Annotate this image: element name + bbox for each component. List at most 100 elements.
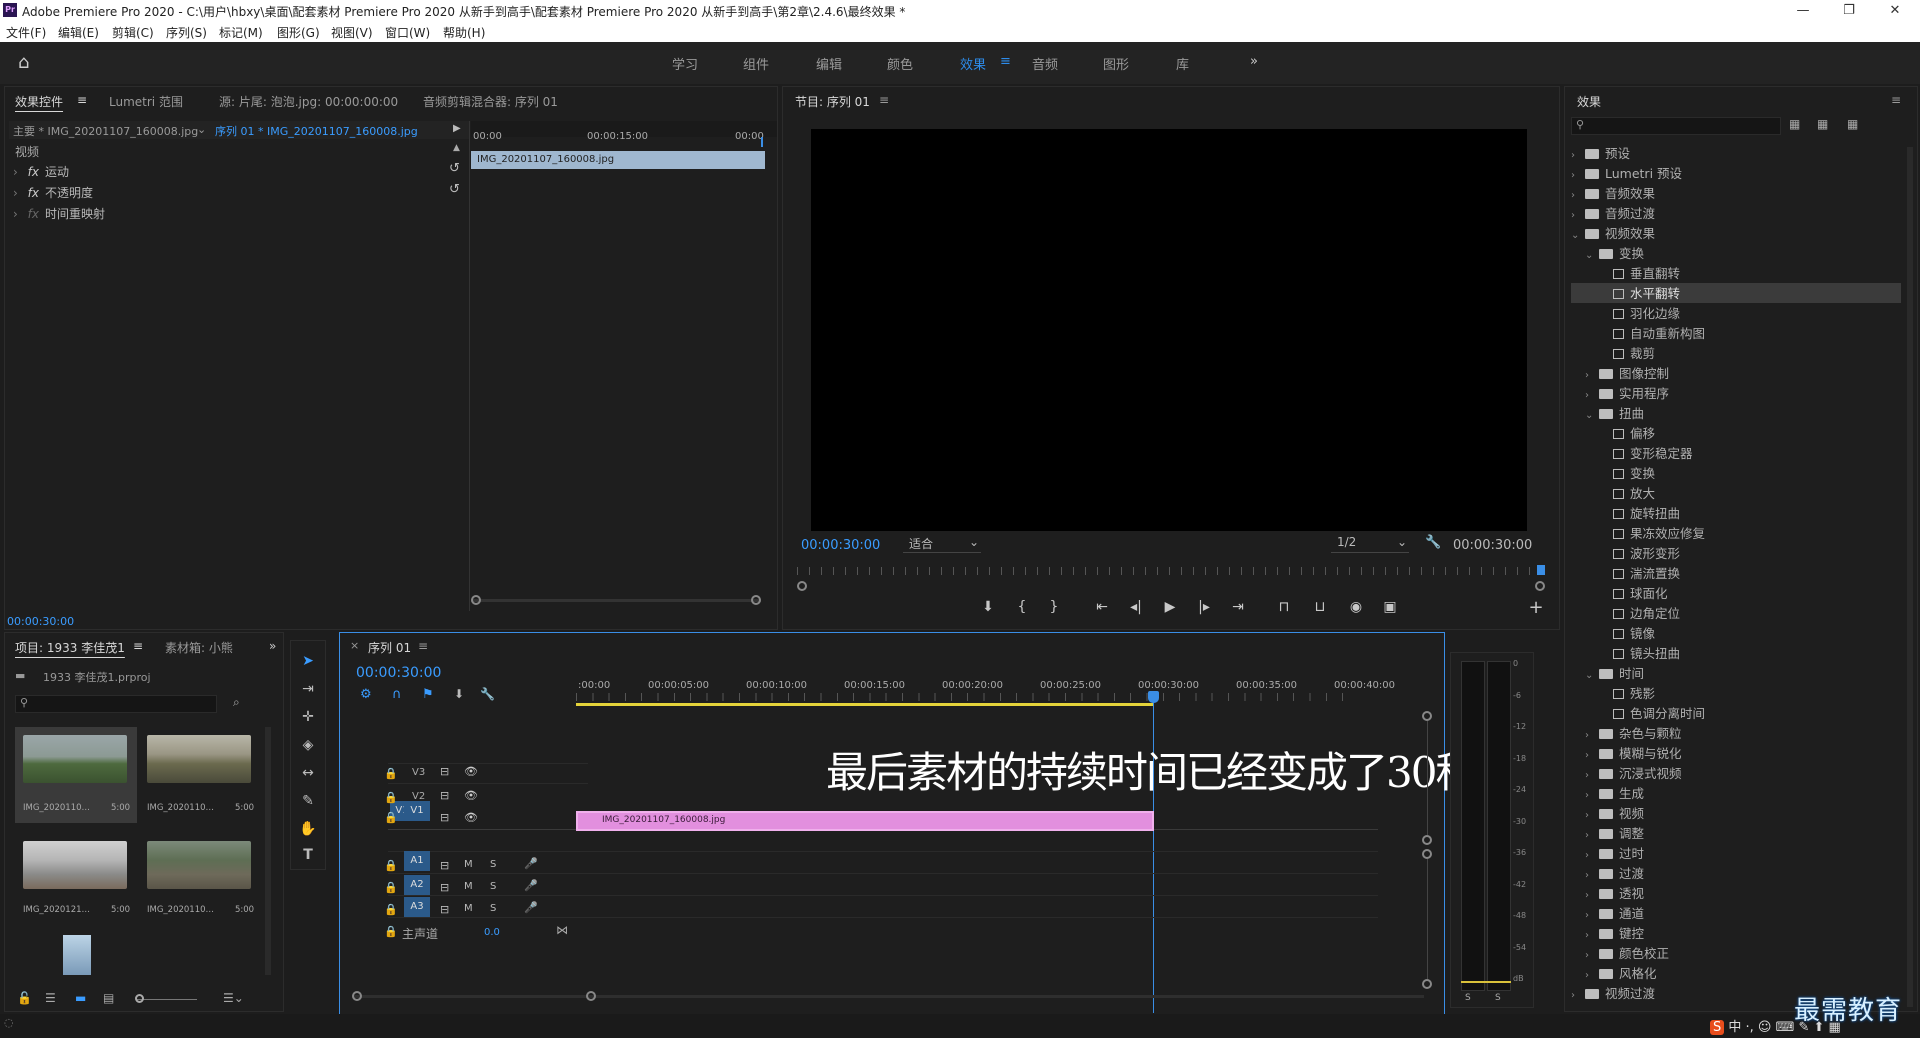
lock-icon[interactable]: 🔒 <box>384 925 398 938</box>
extract-icon[interactable]: ⊔ <box>1309 599 1331 615</box>
go-to-in-icon[interactable]: ⇤ <box>1091 599 1113 615</box>
effect-folder[interactable]: ⌄ 视频效果 <box>1571 223 1901 243</box>
collapse-icon[interactable]: ▲ <box>453 143 460 153</box>
ec-scroll-left-handle[interactable] <box>471 595 481 605</box>
menu-graphics[interactable]: 图形(G) <box>277 24 320 41</box>
lock-icon[interactable]: 🔒 <box>384 811 398 824</box>
effect-folder[interactable]: › 音频过渡 <box>1571 203 1901 223</box>
program-zoom-right-handle[interactable] <box>1535 581 1545 591</box>
wrench-icon[interactable]: 🔧 <box>1425 535 1441 550</box>
sync-lock-icon[interactable]: ⊟ <box>440 765 449 778</box>
linked-selection-icon[interactable]: ⚑ <box>422 687 434 702</box>
effect-item[interactable]: 果冻效应修复 <box>1571 523 1901 543</box>
project-search-input[interactable]: ⚲ <box>15 695 217 713</box>
sequence-dropdown-icon[interactable]: ⌄ <box>197 123 206 136</box>
selection-tool-icon[interactable]: ➤ <box>299 653 317 669</box>
mute-a3[interactable]: M <box>464 903 473 914</box>
media-thumbnail[interactable] <box>23 841 127 889</box>
program-title[interactable]: 节目: 序列 01 <box>795 93 870 110</box>
program-menu-icon[interactable]: ≡ <box>879 93 889 107</box>
step-back-icon[interactable]: ◂| <box>1125 599 1147 615</box>
reset-motion-icon[interactable]: ↺ <box>449 161 460 176</box>
effects-menu-icon[interactable]: ≡ <box>1891 93 1901 107</box>
mic-icon[interactable]: 🎤 <box>524 879 538 892</box>
sequence-clip-label[interactable]: 序列 01 * IMG_20201107_160008.jpg <box>215 123 418 139</box>
solo-a1[interactable]: S <box>490 859 496 870</box>
effect-folder[interactable]: › 图像控制 <box>1571 363 1901 383</box>
solo-right-button[interactable]: S <box>1495 993 1501 1003</box>
timeline-settings-icon[interactable]: 🔧 <box>480 687 495 701</box>
workspace-assembly[interactable]: 组件 <box>743 54 769 73</box>
program-zoom-left-handle[interactable] <box>797 581 807 591</box>
timeline-timecode[interactable]: 00:00:30:00 <box>356 665 441 681</box>
sync-lock-icon[interactable]: ⊟ <box>440 859 449 872</box>
add-marker-icon[interactable]: ⬇ <box>454 687 464 701</box>
tab-project[interactable]: 项目: 1933 李佳茂1 <box>15 639 125 656</box>
media-thumbnail[interactable] <box>147 735 251 783</box>
mic-icon[interactable]: 🎤 <box>524 901 538 914</box>
solo-a3[interactable]: S <box>490 903 496 914</box>
lock-icon[interactable]: 🔓 <box>17 991 32 1005</box>
a-zoom-bottom-handle[interactable] <box>1422 979 1432 989</box>
export-frame-icon[interactable]: ◉ <box>1345 599 1367 615</box>
lock-icon[interactable]: 🔒 <box>384 767 398 780</box>
effect-folder[interactable]: › 模糊与锐化 <box>1571 743 1901 763</box>
sort-icon[interactable]: ☰⌄ <box>223 991 244 1005</box>
a-zoom-top-handle[interactable] <box>1422 849 1432 859</box>
pen-tool-icon[interactable]: ✎ <box>299 793 317 809</box>
workspace-audio[interactable]: 音频 <box>1032 54 1058 73</box>
timeline-clip[interactable]: IMG_20201107_160008.jpg <box>576 811 1154 831</box>
yuv-effects-icon[interactable]: ▦ <box>1847 117 1858 131</box>
v-zoom-top-handle[interactable] <box>1422 711 1432 721</box>
resolution-select[interactable]: 1/2 ⌄ <box>1331 535 1409 553</box>
effect-folder[interactable]: › 杂色与颗粒 <box>1571 723 1901 743</box>
effect-folder[interactable]: › 音频效果 <box>1571 183 1901 203</box>
go-to-out-icon[interactable]: ⇥ <box>1227 599 1249 615</box>
sync-lock-icon[interactable]: ⊟ <box>440 811 449 824</box>
effects-scrollbar[interactable] <box>1907 147 1913 1007</box>
close-icon[interactable]: ✕ <box>1872 0 1918 22</box>
media-thumbnail[interactable] <box>23 735 127 783</box>
sync-lock-icon[interactable]: ⊟ <box>440 789 449 802</box>
effect-folder[interactable]: › 风格化 <box>1571 963 1901 983</box>
list-view-icon[interactable]: ☰ <box>45 991 56 1005</box>
effect-item[interactable]: 放大 <box>1571 483 1901 503</box>
workspace-editing[interactable]: 编辑 <box>816 54 842 73</box>
mark-out-icon[interactable]: } <box>1043 599 1065 615</box>
track-a2[interactable]: A2 <box>404 875 430 895</box>
mark-in-icon[interactable]: { <box>1011 599 1033 615</box>
workspace-menu-icon[interactable]: ≡ <box>1000 54 1011 69</box>
mic-icon[interactable]: 🎤 <box>524 857 538 870</box>
effect-folder[interactable]: › Lumetri 预设 <box>1571 163 1901 183</box>
project-more-icon[interactable]: » <box>269 639 276 653</box>
menu-file[interactable]: 文件(F) <box>6 24 46 41</box>
effect-folder[interactable]: › 沉浸式视频 <box>1571 763 1901 783</box>
track-v1[interactable]: V1 <box>404 801 430 821</box>
mute-a1[interactable]: M <box>464 859 473 870</box>
effect-item[interactable]: 羽化边缘 <box>1571 303 1901 323</box>
effect-folder[interactable]: › 过时 <box>1571 843 1901 863</box>
icon-view-icon[interactable]: ▬ <box>75 991 86 1005</box>
menu-edit[interactable]: 编辑(E) <box>58 24 99 41</box>
effect-folder[interactable]: › 颜色校正 <box>1571 943 1901 963</box>
effect-item[interactable]: 自动重新构图 <box>1571 323 1901 343</box>
effect-folder[interactable]: ⌄ 变换 <box>1571 243 1901 263</box>
menu-marker[interactable]: 标记(M) <box>219 24 263 41</box>
track-a1[interactable]: A1 <box>404 851 430 871</box>
minimize-icon[interactable]: — <box>1780 0 1826 22</box>
effect-folder[interactable]: › 键控 <box>1571 923 1901 943</box>
timeline-menu-icon[interactable]: ≡ <box>418 639 428 653</box>
timeline-tab[interactable]: 序列 01 <box>368 639 411 656</box>
solo-a2[interactable]: S <box>490 881 496 892</box>
zoom-select[interactable]: 适合 ⌄ <box>903 535 981 553</box>
freeform-view-icon[interactable]: ▤ <box>103 991 114 1005</box>
lock-icon[interactable]: 🔒 <box>384 859 398 872</box>
effect-item[interactable]: 裁剪 <box>1571 343 1901 363</box>
track-select-tool-icon[interactable]: ⇥ <box>299 681 317 697</box>
tab-effect-controls[interactable]: 效果控件 <box>15 93 63 110</box>
effect-folder[interactable]: › 通道 <box>1571 903 1901 923</box>
h-zoom-left-handle[interactable] <box>352 991 362 1001</box>
menu-clip[interactable]: 剪辑(C) <box>112 24 154 41</box>
timeline-ruler[interactable] <box>576 693 1356 701</box>
ec-timecode[interactable]: 00:00:30:00 <box>7 615 74 628</box>
